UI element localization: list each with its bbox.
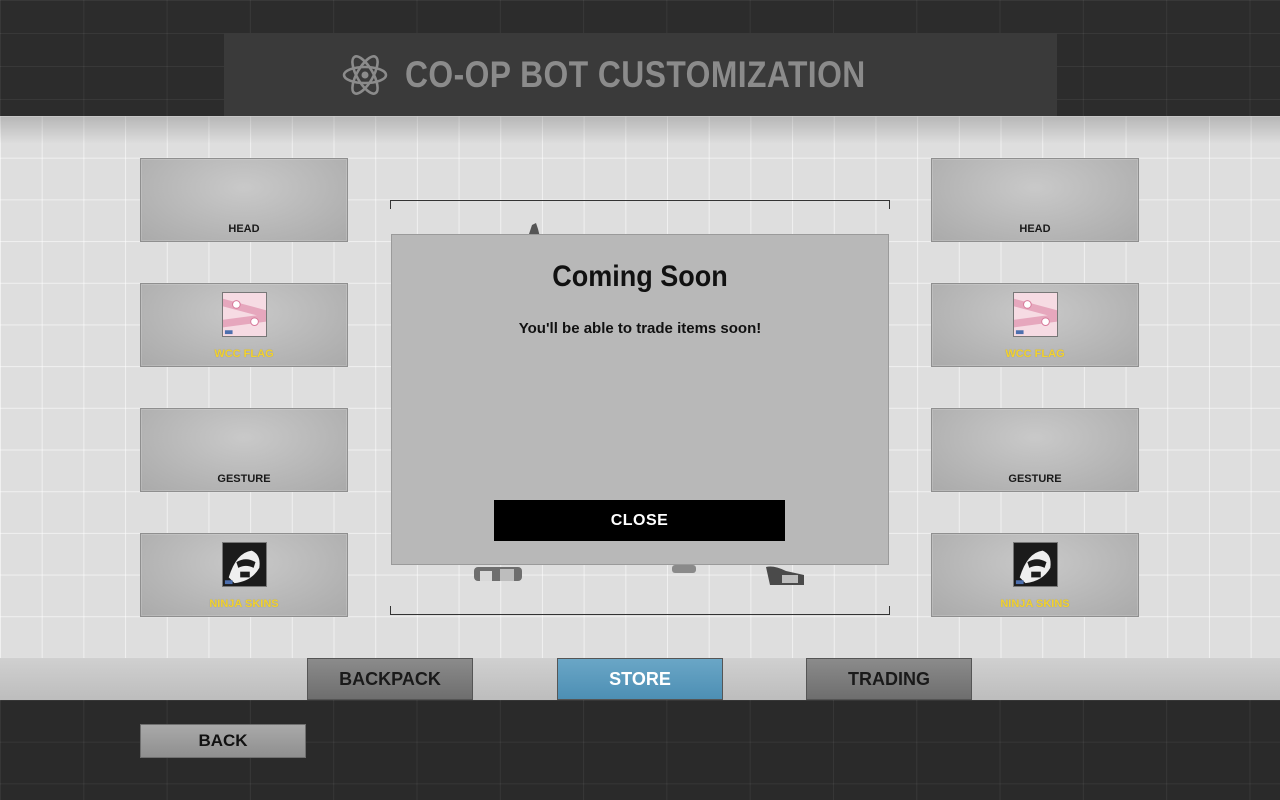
right-slot-ninja-skins[interactable]: NINJA SKINS: [931, 533, 1139, 617]
flag-thumbnail-icon: [1013, 292, 1058, 337]
bot-right-foot-icon: [766, 566, 804, 585]
tab-backpack[interactable]: BACKPACK: [307, 658, 473, 700]
dialog-title: Coming Soon: [552, 260, 728, 293]
tab-trading[interactable]: TRADING: [806, 658, 972, 700]
slot-label: WCC FLAG: [1005, 348, 1065, 360]
title-bar: CO-OP BOT CUSTOMIZATION: [224, 33, 1057, 116]
right-slot-flag[interactable]: WCC FLAG: [931, 283, 1139, 367]
close-button[interactable]: CLOSE: [494, 500, 785, 541]
back-button[interactable]: BACK: [140, 724, 306, 758]
atom-icon: [342, 54, 387, 95]
frame-corner: [390, 606, 391, 614]
tab-strip: BACKPACK STORE TRADING: [0, 658, 1280, 700]
slot-label: HEAD: [1019, 223, 1051, 235]
page-title: CO-OP BOT CUSTOMIZATION: [404, 53, 866, 95]
flag-thumbnail-icon: [222, 292, 267, 337]
left-slot-flag[interactable]: WCC FLAG: [140, 283, 348, 367]
slot-label: NINJA SKINS: [209, 598, 279, 610]
slot-label: GESTURE: [217, 473, 271, 485]
tab-store[interactable]: STORE: [557, 658, 723, 700]
frame-corner: [889, 606, 890, 614]
dialog-message: You'll be able to trade items soon!: [518, 320, 762, 337]
left-slot-ninja-skins[interactable]: NINJA SKINS: [140, 533, 348, 617]
slot-label: HEAD: [228, 223, 260, 235]
right-slot-head[interactable]: HEAD: [931, 158, 1139, 242]
slot-label: GESTURE: [1008, 473, 1062, 485]
coming-soon-dialog: Coming Soon You'll be able to trade item…: [391, 234, 889, 565]
ninja-thumbnail-icon: [222, 542, 267, 587]
bot-left-foot-icon: [474, 567, 522, 581]
left-slot-head[interactable]: HEAD: [140, 158, 348, 242]
left-slot-gesture[interactable]: GESTURE: [140, 408, 348, 492]
slot-label: WCC FLAG: [214, 348, 274, 360]
right-slot-gesture[interactable]: GESTURE: [931, 408, 1139, 492]
ninja-thumbnail-icon: [1013, 542, 1058, 587]
slot-label: NINJA SKINS: [1000, 598, 1070, 610]
